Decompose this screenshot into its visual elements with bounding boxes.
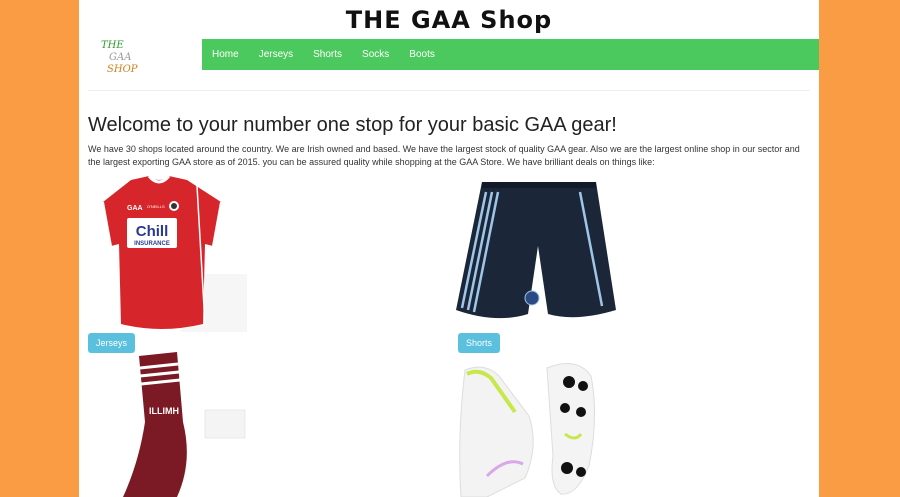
jersey-sponsor-text: Chill	[136, 223, 169, 240]
page-container: THE GAA Shop THE GAA SHOP Home Jerseys S…	[79, 0, 819, 497]
logo-line-2: GAA	[109, 52, 132, 63]
site-title: THE GAA Shop	[345, 6, 553, 34]
jersey-sponsor-subtext: INSURANCE	[134, 241, 170, 247]
logo-line-3: SHOP	[107, 64, 138, 75]
product-jerseys: Chill INSURANCE GAA O'NEILLS	[101, 174, 247, 334]
socks-image[interactable]: ILLIMH	[119, 352, 249, 497]
product-shorts	[456, 180, 616, 332]
jersey-brand-text: O'NEILLS	[147, 204, 165, 209]
nav-boots[interactable]: Boots	[399, 49, 445, 60]
jersey-image[interactable]: Chill INSURANCE GAA O'NEILLS	[101, 174, 247, 334]
nav-shorts[interactable]: Shorts	[303, 49, 352, 60]
main-navbar: Home Jerseys Shorts Socks Boots	[202, 39, 819, 70]
site-logo[interactable]: THE GAA SHOP	[101, 40, 161, 76]
jerseys-button[interactable]: Jerseys	[88, 333, 136, 353]
jersey-gaa-text: GAA	[127, 205, 143, 212]
sock-text: ILLIMH	[149, 406, 179, 416]
boots-image[interactable]	[457, 356, 617, 497]
shorts-button[interactable]: Shorts	[458, 333, 501, 353]
logo-line-1: THE	[101, 40, 124, 51]
nav-socks[interactable]: Socks	[352, 49, 399, 60]
intro-paragraph: We have 30 shops located around the coun…	[88, 144, 800, 167]
product-socks: ILLIMH	[119, 352, 249, 497]
nav-jerseys[interactable]: Jerseys	[249, 49, 303, 60]
header-divider	[88, 90, 810, 91]
nav-home[interactable]: Home	[202, 49, 249, 60]
shorts-image[interactable]	[456, 180, 616, 332]
product-boots	[457, 356, 617, 497]
page-headline: Welcome to your number one stop for your…	[88, 114, 617, 136]
